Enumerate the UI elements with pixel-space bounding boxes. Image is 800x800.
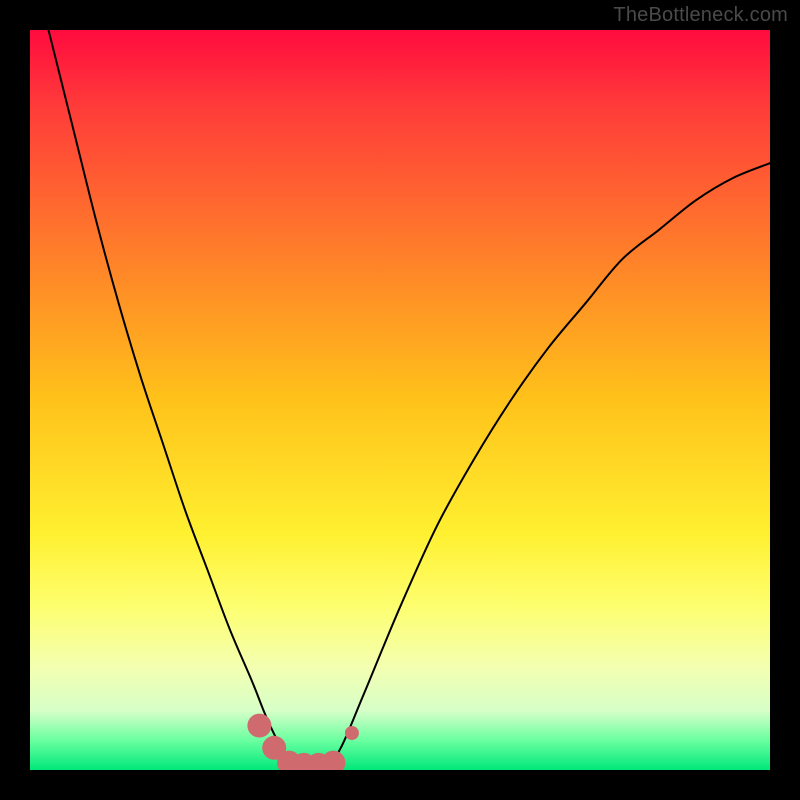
bottleneck-curve — [30, 30, 770, 768]
chart-frame: TheBottleneck.com — [0, 0, 800, 800]
curve-layer — [30, 30, 770, 770]
watermark-text: TheBottleneck.com — [613, 4, 788, 27]
highlight-point — [247, 714, 271, 738]
plot-area — [30, 30, 770, 770]
highlight-points — [247, 714, 359, 770]
highlight-point — [321, 751, 345, 770]
highlight-point — [345, 726, 359, 740]
